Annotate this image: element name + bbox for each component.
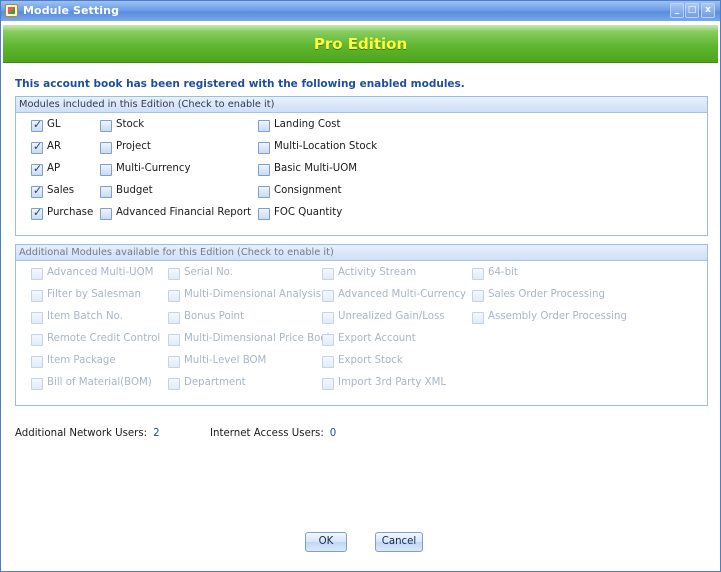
module-label: Bill of Material(BOM) (47, 377, 152, 388)
checkbox (31, 290, 43, 302)
internet-users: Internet Access Users: 0 (210, 428, 336, 439)
checkbox (322, 290, 334, 302)
maximize-button[interactable]: □ (685, 3, 699, 18)
checkbox (31, 378, 43, 390)
module-label: Import 3rd Party XML (338, 377, 447, 388)
module-label: Bonus Point (184, 311, 244, 322)
module-label: Landing Cost (274, 119, 341, 130)
checkbox[interactable] (100, 142, 112, 154)
checkbox (168, 356, 180, 368)
checkbox[interactable] (31, 118, 43, 132)
checkbox (31, 334, 43, 346)
cancel-button[interactable]: Cancel (375, 532, 423, 552)
module-label: Unrealized Gain/Loss (338, 311, 445, 322)
module-label: AP (47, 163, 61, 174)
checkbox (472, 290, 484, 302)
additional-modules-header: Additional Modules available for this Ed… (16, 245, 707, 261)
checkbox[interactable] (258, 120, 270, 132)
module-label: Serial No. (184, 267, 233, 278)
checkbox (322, 268, 334, 280)
checkbox (322, 334, 334, 346)
edition-banner: Pro Edition (3, 25, 718, 63)
checkbox (168, 378, 180, 390)
checkbox[interactable] (31, 184, 43, 198)
module-setting-window: Module Setting _ □ x Pro Edition This ac… (0, 0, 721, 572)
module-label: Budget (116, 185, 153, 196)
checkbox[interactable] (258, 186, 270, 198)
module-label: Item Batch No. (47, 311, 123, 322)
checkbox[interactable] (100, 186, 112, 198)
checkbox[interactable] (31, 206, 43, 220)
module-label: Export Account (338, 333, 416, 344)
module-label: Advanced Multi-UOM (47, 267, 154, 278)
module-label: Stock (116, 119, 145, 130)
app-icon (5, 4, 18, 17)
module-label: Advanced Financial Report (116, 207, 252, 218)
module-label: Department (184, 377, 246, 388)
registration-note: This account book has been registered wi… (15, 78, 465, 90)
checkbox (168, 290, 180, 302)
module-label: Filter by Salesman (47, 289, 141, 300)
edition-title: Pro Edition (313, 35, 408, 53)
module-label: Multi-Location Stock (274, 141, 378, 152)
checkbox (31, 312, 43, 324)
module-label: Multi-Dimensional Analysis (184, 289, 322, 300)
module-label: Consignment (274, 185, 342, 196)
checkbox (31, 268, 43, 280)
network-users: Additional Network Users: 2 (15, 428, 160, 439)
included-modules-group: Modules included in this Edition (Check … (15, 96, 708, 236)
network-users-label: Additional Network Users: (15, 428, 148, 439)
module-label: Remote Credit Control (47, 333, 161, 344)
title-bar[interactable]: Module Setting _ □ x (1, 1, 720, 21)
checkbox (322, 378, 334, 390)
module-label: Activity Stream (338, 267, 417, 278)
ok-button[interactable]: OK (305, 532, 347, 552)
module-label: Multi-Currency (116, 163, 191, 174)
checkbox[interactable] (31, 140, 43, 154)
module-label: FOC Quantity (274, 207, 343, 218)
included-modules-header: Modules included in this Edition (Check … (16, 97, 707, 113)
module-label: Multi-Dimensional Price Book (184, 333, 333, 344)
module-label: Sales Order Processing (488, 289, 605, 300)
checkbox[interactable] (31, 162, 43, 176)
internet-users-label: Internet Access Users: (210, 428, 324, 439)
checkbox[interactable] (100, 164, 112, 176)
module-label: Item Package (47, 355, 116, 366)
checkbox (168, 268, 180, 280)
additional-modules-group: Additional Modules available for this Ed… (15, 244, 708, 406)
module-label: Project (116, 141, 151, 152)
module-label: Purchase (47, 207, 94, 218)
module-label: Basic Multi-UOM (274, 163, 358, 174)
checkbox[interactable] (100, 120, 112, 132)
minimize-button[interactable]: _ (670, 3, 684, 18)
checkbox[interactable] (258, 164, 270, 176)
module-label: Sales (47, 185, 75, 196)
checkbox[interactable] (258, 208, 270, 220)
checkbox (168, 334, 180, 346)
module-label: GL (47, 119, 61, 130)
window-title: Module Setting (23, 4, 120, 17)
network-users-value: 2 (153, 428, 160, 439)
module-label: Export Stock (338, 355, 403, 366)
checkbox[interactable] (258, 142, 270, 154)
checkbox (472, 312, 484, 324)
module-label: Assembly Order Processing (488, 311, 627, 322)
module-label: Advanced Multi-Currency (338, 289, 467, 300)
checkbox (31, 356, 43, 368)
checkbox (322, 312, 334, 324)
checkbox (472, 268, 484, 280)
module-label: 64-bit (488, 267, 518, 278)
checkbox (168, 312, 180, 324)
checkbox[interactable] (100, 208, 112, 220)
internet-users-value: 0 (329, 428, 337, 439)
module-label: AR (47, 141, 62, 152)
checkbox (322, 356, 334, 368)
close-button[interactable]: x (701, 3, 715, 18)
module-label: Multi-Level BOM (184, 355, 267, 366)
